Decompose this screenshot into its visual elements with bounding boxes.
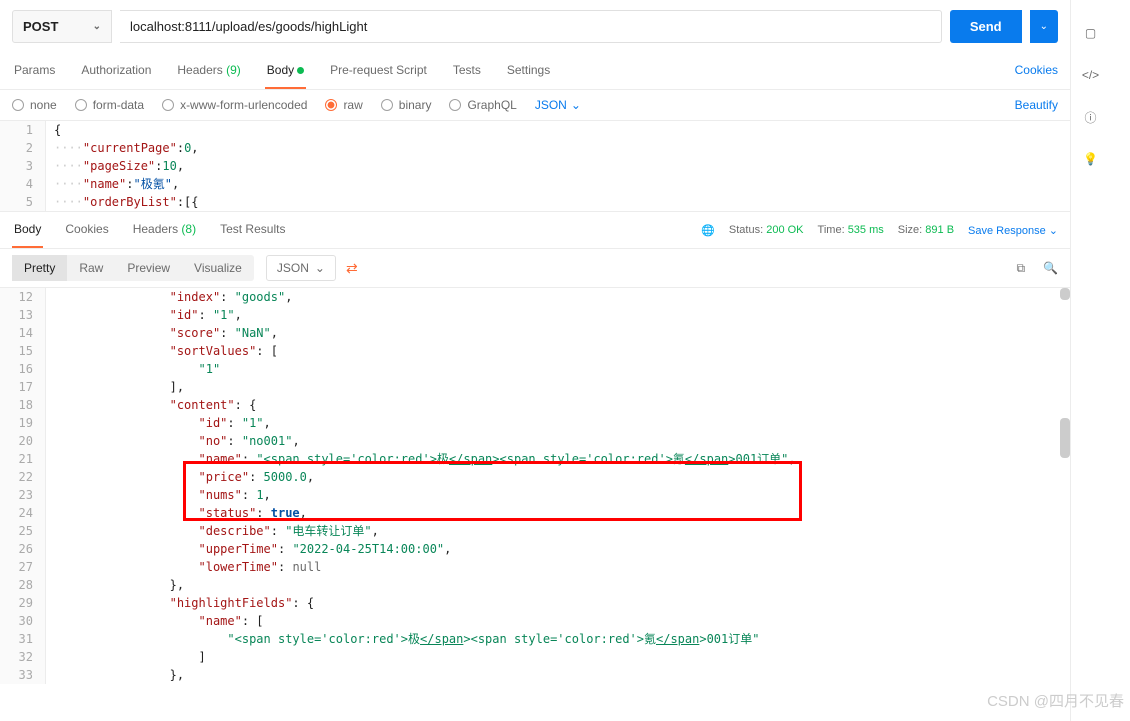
url-input[interactable]: localhost:8111/upload/es/goods/highLight — [120, 10, 942, 43]
response-type-dropdown[interactable]: JSON⌄ — [266, 255, 336, 281]
response-line: 12 "index": "goods", — [0, 288, 1070, 306]
response-line: 18 "content": { — [0, 396, 1070, 414]
editor-line: 5····"orderByList":[{ — [0, 193, 1070, 211]
tab-params[interactable]: Params — [12, 53, 57, 89]
response-line: 31 "<span style='color:red'>极</span><spa… — [0, 630, 1070, 648]
response-line: 13 "id": "1", — [0, 306, 1070, 324]
radio-graphql[interactable]: GraphQL — [449, 98, 516, 112]
send-dropdown-button[interactable]: ⌄ — [1030, 10, 1058, 43]
response-line: 15 "sortValues": [ — [0, 342, 1070, 360]
status-time: 535 ms — [848, 224, 884, 236]
response-line: 22 "price": 5000.0, — [0, 468, 1070, 486]
chevron-down-icon: ⌄ — [571, 98, 581, 112]
response-view-bar: Pretty Raw Preview Visualize JSON⌄ ⇄ ⧉ 🔍 — [0, 249, 1070, 288]
tab-settings[interactable]: Settings — [505, 53, 552, 89]
method-dropdown[interactable]: POST ⌄ — [12, 10, 112, 43]
radio-x-www-form-urlencoded[interactable]: x-www-form-urlencoded — [162, 98, 307, 112]
tab-headers[interactable]: Headers (9) — [175, 53, 242, 89]
response-line: 30 "name": [ — [0, 612, 1070, 630]
cookies-link[interactable]: Cookies — [1015, 53, 1058, 87]
response-line: 29 "highlightFields": { — [0, 594, 1070, 612]
view-visualize[interactable]: Visualize — [182, 255, 254, 281]
beautify-link[interactable]: Beautify — [1015, 98, 1058, 112]
code-icon[interactable]: </> — [1082, 66, 1100, 84]
request-body-editor[interactable]: 1{2····"currentPage":0,3····"pageSize":1… — [0, 121, 1070, 212]
globe-icon[interactable]: 🌐 — [701, 224, 715, 237]
body-modified-dot — [297, 67, 304, 74]
response-line: 23 "nums": 1, — [0, 486, 1070, 504]
right-sidebar: ▢ </> ⓘ 💡 — [1070, 0, 1110, 721]
response-line: 21 "name": "<span style='color:red'>极</s… — [0, 450, 1070, 468]
save-response-dropdown[interactable]: Save Response ⌄ — [968, 224, 1058, 237]
response-line: 14 "score": "NaN", — [0, 324, 1070, 342]
response-line: 27 "lowerTime": null — [0, 558, 1070, 576]
search-icon[interactable]: 🔍 — [1043, 261, 1058, 276]
radio-none[interactable]: none — [12, 98, 57, 112]
method-value: POST — [23, 19, 58, 34]
editor-line: 3····"pageSize":10, — [0, 157, 1070, 175]
response-line: 33 }, — [0, 666, 1070, 684]
editor-line: 4····"name":"极氪", — [0, 175, 1070, 193]
response-line: 26 "upperTime": "2022-04-25T14:00:00", — [0, 540, 1070, 558]
radio-form-data[interactable]: form-data — [75, 98, 144, 112]
status-size: 891 B — [925, 224, 954, 236]
response-line: 25 "describe": "电车转让订单", — [0, 522, 1070, 540]
tab-tests[interactable]: Tests — [451, 53, 483, 89]
wrap-lines-icon[interactable]: ⇄ — [346, 260, 358, 277]
scrollbar-thumb[interactable] — [1060, 418, 1070, 458]
tab-prerequest[interactable]: Pre-request Script — [328, 53, 429, 89]
response-line: 17 ], — [0, 378, 1070, 396]
status-code: 200 OK — [766, 224, 803, 236]
response-tabs: Body Cookies Headers (8) Test Results 🌐 … — [0, 212, 1070, 249]
body-type-row: none form-data x-www-form-urlencoded raw… — [0, 90, 1070, 121]
view-raw[interactable]: Raw — [67, 255, 115, 281]
raw-type-dropdown[interactable]: JSON⌄ — [535, 98, 581, 112]
editor-line: 2····"currentPage":0, — [0, 139, 1070, 157]
request-url-bar: POST ⌄ localhost:8111/upload/es/goods/hi… — [0, 0, 1070, 53]
request-tabs: Params Authorization Headers (9) Body Pr… — [0, 53, 1070, 90]
tab-authorization[interactable]: Authorization — [79, 53, 153, 89]
resp-tab-test-results[interactable]: Test Results — [218, 212, 287, 248]
tab-body[interactable]: Body — [265, 53, 306, 89]
response-line: 24 "status": true, — [0, 504, 1070, 522]
response-line: 19 "id": "1", — [0, 414, 1070, 432]
radio-binary[interactable]: binary — [381, 98, 432, 112]
response-body-viewer[interactable]: 12 "index": "goods",13 "id": "1",14 "sco… — [0, 288, 1070, 688]
view-pretty[interactable]: Pretty — [12, 255, 67, 281]
response-status-area: 🌐 Status: 200 OK Time: 535 ms Size: 891 … — [701, 224, 1058, 237]
lightbulb-icon[interactable]: 💡 — [1082, 150, 1100, 168]
chevron-down-icon: ⌄ — [315, 261, 325, 275]
watermark: CSDN @四月不见春 — [987, 690, 1124, 711]
scrollbar-marker[interactable] — [1060, 288, 1070, 300]
send-button[interactable]: Send — [950, 10, 1022, 43]
radio-raw[interactable]: raw — [325, 98, 362, 112]
response-line: 16 "1" — [0, 360, 1070, 378]
response-line: 20 "no": "no001", — [0, 432, 1070, 450]
editor-line: 1{ — [0, 121, 1070, 139]
resp-tab-body[interactable]: Body — [12, 212, 43, 248]
copy-icon[interactable]: ⧉ — [1016, 261, 1025, 276]
view-preview[interactable]: Preview — [115, 255, 182, 281]
chevron-down-icon: ⌄ — [93, 21, 101, 32]
comments-icon[interactable]: ▢ — [1082, 24, 1100, 42]
resp-tab-cookies[interactable]: Cookies — [63, 212, 110, 248]
resp-tab-headers[interactable]: Headers (8) — [131, 212, 198, 248]
response-line: 28 }, — [0, 576, 1070, 594]
info-icon[interactable]: ⓘ — [1082, 108, 1100, 126]
response-line: 32 ] — [0, 648, 1070, 666]
